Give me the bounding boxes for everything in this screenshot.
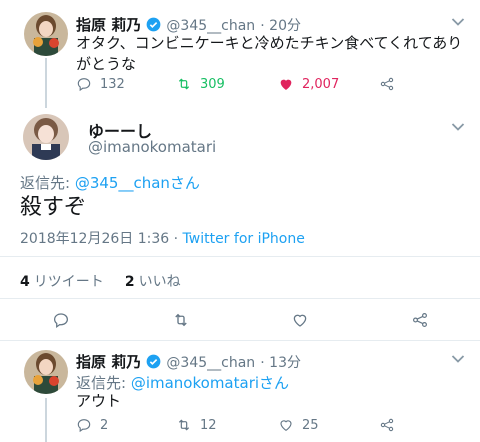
tweet-meta: 2018年12月26日 1:36 · Twitter for iPhone xyxy=(20,231,305,247)
reply-button[interactable]: 132 xyxy=(76,76,125,92)
reply-count: 132 xyxy=(100,76,125,92)
heart-icon xyxy=(280,420,292,432)
tweet-text: オタク、コンビニケーキと冷めたチキン食べてくれてあり がとうな xyxy=(76,34,463,73)
reply-button[interactable]: 2 xyxy=(76,417,108,433)
reply-context: 返信先: @imanokomatariさん xyxy=(76,374,290,392)
chevron-down-icon[interactable] xyxy=(451,354,465,364)
like-count: 2,007 xyxy=(302,76,340,92)
reply-to-link[interactable]: @345__chanさん xyxy=(75,174,200,192)
share-button[interactable] xyxy=(379,76,395,92)
reply-icon xyxy=(77,419,91,433)
like-count: 25 xyxy=(302,417,319,433)
like-button[interactable] xyxy=(291,311,309,329)
reply-icon xyxy=(77,78,91,92)
client-link[interactable]: Twitter for iPhone xyxy=(183,231,305,247)
engagement-stats: 4 リツイート 2 いいね xyxy=(20,271,181,291)
retweet-icon xyxy=(175,313,187,327)
heart-icon xyxy=(293,314,307,327)
author-handle[interactable]: @345__chan xyxy=(166,355,255,371)
share-icon xyxy=(413,313,427,327)
focus-author-handle[interactable]: @imanokomatari xyxy=(88,138,216,156)
divider xyxy=(0,298,480,299)
reply-to-link[interactable]: @imanokomatariさん xyxy=(131,374,289,392)
share-button[interactable] xyxy=(411,311,429,329)
thread-line xyxy=(45,58,47,108)
like-button[interactable]: 25 xyxy=(278,417,319,433)
verified-badge-icon xyxy=(146,354,161,369)
author-handle[interactable]: @345__chan xyxy=(166,18,255,34)
retweet-count: 12 xyxy=(200,417,217,433)
tweet-text: アウト xyxy=(76,392,122,410)
heart-icon xyxy=(280,79,292,90)
avatar[interactable] xyxy=(24,12,68,56)
tweet-header: 指原 莉乃 @345__chan · 20分 xyxy=(76,16,301,34)
retweet-icon xyxy=(178,78,190,90)
retweet-stat[interactable]: 4 リツイート xyxy=(20,271,104,290)
like-button[interactable]: 2,007 xyxy=(278,76,339,92)
tweet-time[interactable]: 13分 xyxy=(269,355,301,371)
tweet-time[interactable]: 20分 xyxy=(269,18,301,34)
share-icon xyxy=(380,418,394,432)
retweet-count: 309 xyxy=(200,76,225,92)
focus-tweet-text: 殺すぞ xyxy=(20,195,87,220)
author-name[interactable]: 指原 莉乃 xyxy=(76,16,141,34)
retweet-button[interactable]: 309 xyxy=(176,76,225,92)
chevron-down-icon[interactable] xyxy=(451,122,465,132)
tweet-header: 指原 莉乃 @345__chan · 13分 xyxy=(76,353,301,371)
reply-count: 2 xyxy=(100,417,109,433)
reply-button[interactable] xyxy=(52,311,70,329)
like-stat[interactable]: 2 いいね xyxy=(125,271,181,290)
retweet-icon xyxy=(178,419,190,431)
share-button[interactable] xyxy=(379,417,395,433)
divider xyxy=(0,256,480,257)
verified-badge-icon xyxy=(146,17,161,32)
author-name[interactable]: 指原 莉乃 xyxy=(76,353,141,371)
avatar[interactable] xyxy=(24,350,68,394)
tweet-date[interactable]: 2018年12月26日 1:36 xyxy=(20,231,169,247)
retweet-button[interactable]: 12 xyxy=(176,417,217,433)
divider xyxy=(0,340,480,341)
avatar[interactable] xyxy=(23,114,69,160)
reply-context: 返信先: @345__chanさん xyxy=(20,174,200,192)
retweet-button[interactable] xyxy=(172,311,190,329)
thread-line xyxy=(45,398,47,442)
reply-icon xyxy=(53,313,69,328)
share-icon xyxy=(380,77,394,91)
chevron-down-icon[interactable] xyxy=(451,17,465,27)
